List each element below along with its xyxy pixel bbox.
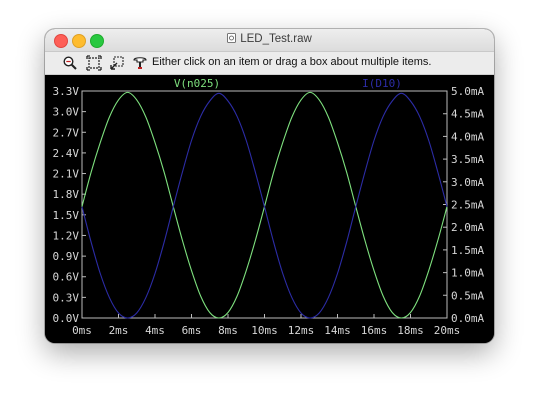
window-title-text: LED_Test.raw — [240, 33, 312, 45]
left-tick-label: 1.5V — [53, 209, 80, 222]
right-tick-label: 0.5mA — [451, 289, 484, 302]
title-bar: LED_Test.raw — [45, 29, 494, 52]
right-tick-label: 4.5mA — [451, 108, 484, 121]
waveform-window: LED_Test.raw Either click on an item or … — [45, 29, 494, 343]
left-tick-label: 1.2V — [53, 229, 80, 242]
bottom-tick-label: 14ms — [324, 324, 351, 337]
bottom-tick-label: 20ms — [434, 324, 461, 337]
right-tick-label: 3.0mA — [451, 176, 484, 189]
right-tick-label: 1.5mA — [451, 244, 484, 257]
left-tick-label: 2.1V — [53, 168, 80, 181]
zoom-tool-icon[interactable] — [62, 55, 78, 71]
left-tick-label: 2.4V — [53, 147, 80, 160]
left-tick-label: 3.3V — [53, 85, 80, 98]
bottom-tick-label: 6ms — [182, 324, 202, 337]
bottom-tick-label: 10ms — [251, 324, 278, 337]
legend-label[interactable]: V(n025) — [174, 77, 220, 90]
left-tick-label: 2.7V — [53, 126, 80, 139]
right-tick-label: 3.5mA — [451, 153, 484, 166]
right-tick-label: 1.0mA — [451, 267, 484, 280]
left-tick-label: 3.0V — [53, 106, 80, 119]
bottom-tick-label: 18ms — [397, 324, 424, 337]
bottom-tick-label: 0ms — [72, 324, 92, 337]
bottom-tick-label: 8ms — [218, 324, 238, 337]
left-tick-label: 0.3V — [53, 291, 80, 304]
status-hint: Either click on an item or drag a box ab… — [152, 56, 432, 68]
left-tick-label: 0.9V — [53, 250, 80, 263]
window-title: LED_Test.raw — [45, 33, 494, 45]
left-tick-label: 0.6V — [53, 271, 80, 284]
document-icon — [227, 33, 237, 43]
bottom-tick-label: 16ms — [361, 324, 388, 337]
bottom-tick-label: 2ms — [109, 324, 129, 337]
pan-icon[interactable] — [109, 55, 125, 71]
bottom-tick-label: 12ms — [288, 324, 315, 337]
toolbar: Either click on an item or drag a box ab… — [45, 52, 494, 75]
plot-area[interactable]: 3.3V 3.0V 2.7V 2.4V 2.1V 1.8V 1.5V 1.2V 0.9V 0.6V… — [45, 75, 494, 343]
probe-icon[interactable] — [132, 55, 148, 71]
left-tick-label: 1.8V — [53, 188, 80, 201]
legend-label[interactable]: I(D10) — [362, 77, 402, 90]
right-tick-label: 2.0mA — [451, 221, 484, 234]
right-tick-label: 4.0mA — [451, 130, 484, 143]
waveform-plot[interactable]: 3.3V 3.0V 2.7V 2.4V 2.1V 1.8V 1.5V 1.2V 0.9V 0.6V… — [45, 75, 494, 343]
bottom-tick-label: 4ms — [145, 324, 165, 337]
autorange-icon[interactable] — [86, 55, 102, 71]
right-tick-label: 5.0mA — [451, 85, 484, 98]
right-tick-label: 2.5mA — [451, 199, 484, 212]
